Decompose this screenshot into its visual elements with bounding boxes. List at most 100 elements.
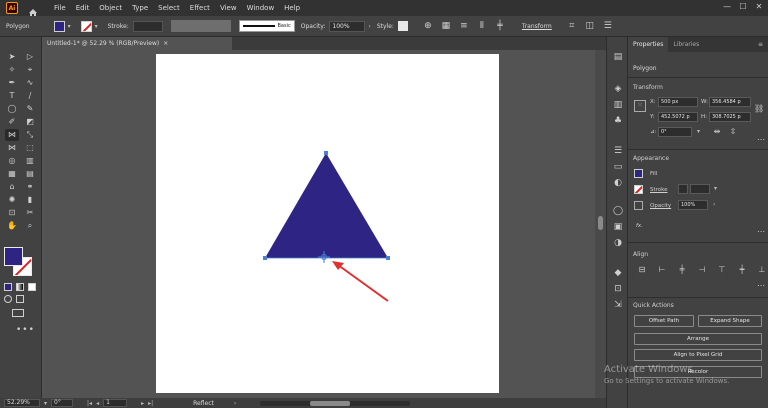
color-mode-icon[interactable] [4,283,12,291]
shape-builder-tool-icon[interactable]: ◎ [5,155,19,167]
draw-normal-icon[interactable] [4,295,12,303]
menu-file[interactable]: File [54,4,66,12]
transform-each-icon[interactable]: ⌗ [566,20,578,32]
selection-tool-icon[interactable]: ➤ [5,51,19,63]
gradient-panel-icon[interactable]: ▭ [612,161,624,173]
symbol-sprayer-tool-icon[interactable]: ✺ [5,194,19,206]
flip-horizontal-icon[interactable]: ⇹ [712,127,722,137]
zoom-tool-icon[interactable]: ⌕ [23,220,37,232]
menu-edit[interactable]: Edit [76,4,90,12]
type-tool-icon[interactable]: T [5,90,19,102]
layers-stack-icon[interactable]: ◆ [612,267,624,279]
menu-effect[interactable]: Effect [190,4,210,12]
height-field[interactable]: 308.7025 p [709,112,751,122]
gradient-tool-icon[interactable]: ▤ [23,168,37,180]
appearance-fill-swatch[interactable] [634,169,643,178]
column-graph-tool-icon[interactable]: ▮ [23,194,37,206]
draw-behind-icon[interactable] [16,295,24,303]
anchor-point-top[interactable] [324,151,328,155]
rotation-field[interactable]: 0° [51,399,74,407]
none-mode-icon[interactable] [28,283,36,291]
chevron-down-icon[interactable]: ▾ [95,23,98,30]
menu-window[interactable]: Window [247,4,275,12]
artboard-number-field[interactable]: 1 [103,399,128,407]
stroke-panel-icon[interactable]: ☰ [612,145,624,157]
line-tool-icon[interactable]: ∕ [23,90,37,102]
panel-menu-icon[interactable]: ≡ [758,41,763,48]
artboards-panel-icon[interactable]: ⊡ [612,283,624,295]
variable-width-profile[interactable] [170,20,231,32]
vertical-scroll-thumb[interactable] [598,216,603,230]
graphic-style-swatch[interactable] [397,21,408,31]
brush-definition-dropdown[interactable]: Basic [238,20,295,32]
chevron-right-icon[interactable]: › [234,400,236,407]
perspective-grid-tool-icon[interactable]: ▥ [23,155,37,167]
align-vertical-center-icon[interactable]: ┿ [736,265,748,275]
blend-tool-icon[interactable]: ⚭ [23,181,37,193]
y-field[interactable]: 452.5072 p [658,112,698,122]
hand-tool-icon[interactable]: ✋ [5,220,19,232]
close-button[interactable]: ✕ [754,2,764,12]
scale-tool-icon[interactable]: ⤡ [23,129,37,141]
align-icon[interactable]: ≡ [458,20,470,32]
minimize-button[interactable]: — [722,2,732,12]
horizontal-scrollbar[interactable] [260,400,411,406]
globe-icon[interactable]: ⊕ [422,20,434,32]
previous-artboard-icon[interactable]: ◂ [96,400,99,407]
slice-tool-icon[interactable]: ✂ [23,207,37,219]
free-transform-tool-icon[interactable]: ⬚ [23,142,37,154]
gradient-mode-icon[interactable] [16,283,24,291]
opacity-field[interactable]: 100% [329,20,366,32]
reflect-tool-icon[interactable]: ⋈ [5,129,19,141]
magic-wand-tool-icon[interactable]: ✧ [5,64,19,76]
mesh-tool-icon[interactable]: ▦ [5,168,19,180]
libraries-panel-icon[interactable]: ▥ [612,99,624,111]
offset-path-button[interactable]: Offset Path [634,315,694,327]
document-tab[interactable]: Untitled-1* @ 52.29 % (RGB/Preview) × [42,37,232,50]
triangle-polygon[interactable] [265,153,388,258]
layers-panel-icon[interactable]: ◈ [612,83,624,95]
transparency-panel-icon[interactable]: ◐ [612,177,624,189]
close-tab-icon[interactable]: × [163,40,168,47]
ellipse-tool-icon[interactable]: ◯ [5,103,19,115]
chevron-down-icon[interactable]: ▾ [697,128,700,135]
stroke-label[interactable]: Stroke [650,187,668,193]
chevron-down-icon[interactable]: ▾ [68,23,71,30]
transform-link[interactable]: Transform [522,23,552,30]
zoom-field[interactable]: 52.29% [4,399,40,407]
stroke-weight-field[interactable] [690,184,710,194]
more-options-icon[interactable]: ⋯ [756,281,766,291]
home-icon[interactable] [28,3,38,17]
width-field[interactable]: 356.4584 p [709,97,751,107]
menu-type[interactable]: Type [132,4,148,12]
chevron-down-icon[interactable]: ▾ [44,400,47,407]
symbols-panel-icon[interactable]: ♣ [612,115,624,127]
direct-selection-tool-icon[interactable]: ▷ [23,51,37,63]
align-horizontal-center-icon[interactable]: ╪ [676,265,688,275]
horizontal-scroll-thumb[interactable] [310,400,351,406]
stroke-stepper[interactable] [678,184,688,194]
reference-point-grid-icon[interactable]: ⁙ [634,100,646,112]
eyedropper-tool-icon[interactable]: ⌂ [5,181,19,193]
stroke-weight-field[interactable] [132,20,163,32]
lasso-tool-icon[interactable]: ⌖ [23,64,37,76]
screen-mode-icon[interactable] [12,309,24,317]
chevron-right-icon[interactable]: › [368,23,370,30]
fill-swatch[interactable] [53,20,65,32]
align-bottom-icon[interactable]: ⊥ [756,265,768,275]
tab-libraries[interactable]: Libraries [668,37,704,52]
align-right-icon[interactable]: ⊣ [696,265,708,275]
curvature-tool-icon[interactable]: ∿ [23,77,37,89]
more-options-icon[interactable]: ⋯ [756,135,766,145]
fill-color-swatch[interactable] [4,247,23,266]
appearance-stroke-swatch[interactable] [634,185,643,194]
align-left-icon[interactable]: ⊢ [656,265,668,275]
opacity-label[interactable]: Opacity [650,203,671,209]
link-icon[interactable]: ⛓ [754,104,764,114]
color-panel-icon[interactable]: ◑ [612,237,624,249]
align-to-icon[interactable]: ⊟ [636,265,648,275]
flip-vertical-icon[interactable]: ⇳ [728,127,738,137]
paintbrush-tool-icon[interactable]: ✎ [23,103,37,115]
chevron-down-icon[interactable]: ▾ [714,185,717,192]
chevron-right-icon[interactable]: › [713,201,715,208]
